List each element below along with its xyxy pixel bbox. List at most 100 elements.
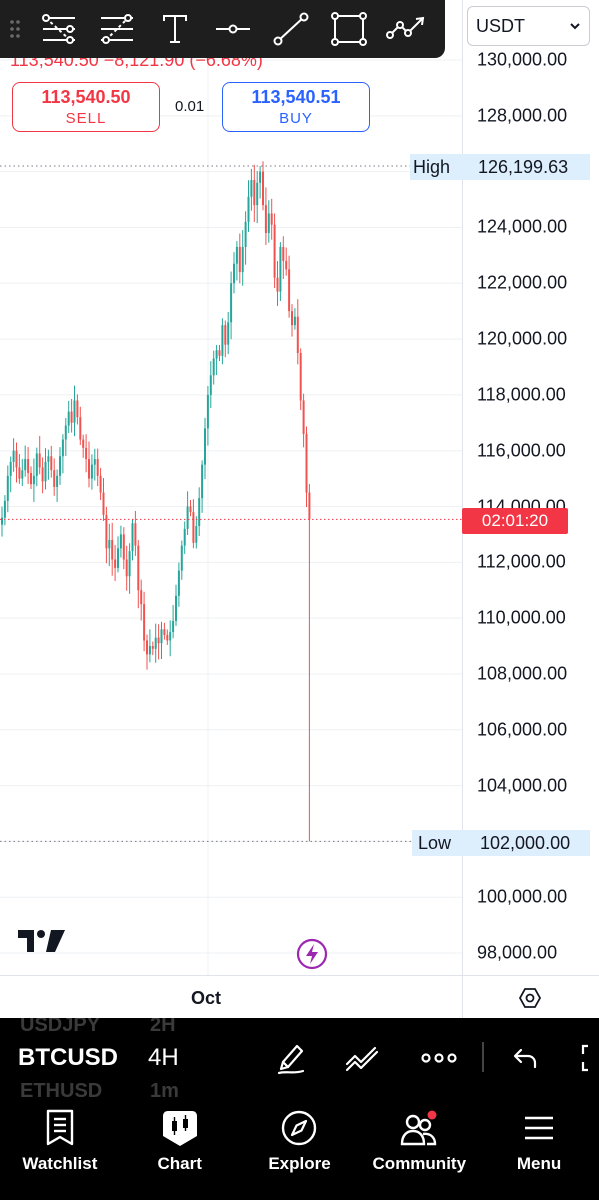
buy-button[interactable]: 113,540.51 BUY xyxy=(222,82,370,132)
price-axis[interactable]: 130,000.00 128,000.00 124,000.00 122,000.00… xyxy=(462,0,599,975)
price-tick-label: 128,000.00 xyxy=(477,105,568,126)
time-axis[interactable]: Oct xyxy=(0,975,599,1019)
candle-body xyxy=(38,453,41,468)
candle-body xyxy=(154,637,157,649)
candle-body xyxy=(128,551,131,577)
candle-body xyxy=(41,467,44,482)
price-tick-label: 130,000.00 xyxy=(477,49,568,70)
candle-body xyxy=(79,417,82,440)
sell-price: 113,540.50 xyxy=(41,87,131,107)
horizontal-line-icon[interactable] xyxy=(204,0,262,58)
candle-body xyxy=(27,459,30,474)
next-symbol[interactable]: ETHUSD xyxy=(20,1080,102,1098)
candle-body xyxy=(119,534,122,549)
candle-body xyxy=(238,246,241,273)
chart-settings-icon[interactable] xyxy=(518,986,542,1010)
symbol-selector[interactable]: BTCUSD xyxy=(18,1044,118,1072)
candle-body xyxy=(160,629,163,644)
candle-body xyxy=(291,311,293,326)
candlestick-chart[interactable] xyxy=(0,0,462,975)
candle-body xyxy=(262,171,264,206)
candle-body xyxy=(105,514,108,549)
nav-explore[interactable]: Explore xyxy=(240,1098,360,1200)
high-label: High xyxy=(413,156,451,177)
candle-body xyxy=(157,637,160,644)
undo-icon[interactable] xyxy=(510,1040,540,1076)
candle-body xyxy=(117,548,119,568)
fullscreen-icon[interactable] xyxy=(580,1040,599,1076)
candle-body xyxy=(76,400,79,418)
price-tick-label: 120,000.00 xyxy=(477,328,568,349)
candle-body xyxy=(50,456,53,471)
candle-body xyxy=(108,539,111,549)
price-tick-label: 112,000.00 xyxy=(477,551,566,572)
high-value: 126,199.63 xyxy=(478,156,569,177)
timeframe-selector[interactable]: 4H xyxy=(148,1044,179,1072)
candle-body xyxy=(56,475,59,487)
drag-handle-icon[interactable] xyxy=(0,0,30,58)
community-icon xyxy=(401,1110,437,1146)
candle-body xyxy=(32,475,35,485)
candle-body xyxy=(114,559,117,568)
candle-body xyxy=(85,447,88,460)
rectangle-icon[interactable] xyxy=(320,0,378,58)
high-marker: High 126,199.63 xyxy=(410,154,590,180)
candle-body xyxy=(175,595,177,621)
next-timeframe[interactable]: 1m xyxy=(150,1080,179,1098)
chart-area[interactable] xyxy=(0,0,462,975)
nav-menu[interactable]: Menu xyxy=(479,1098,599,1200)
nav-watchlist-label: Watchlist xyxy=(22,1154,98,1173)
buy-label: BUY xyxy=(279,110,313,127)
candle-body xyxy=(212,358,215,376)
candle-body xyxy=(218,350,221,356)
candle-body xyxy=(299,353,302,401)
candle-body xyxy=(235,246,238,264)
candle-body xyxy=(308,492,311,520)
candle-body xyxy=(140,590,143,605)
trend-line-icon[interactable] xyxy=(262,0,320,58)
candle-body xyxy=(253,179,256,206)
tradingview-logo[interactable] xyxy=(18,928,66,959)
candle-body xyxy=(163,629,166,635)
nav-community[interactable]: Community xyxy=(359,1098,479,1200)
candle-body xyxy=(233,263,235,284)
symbol-bar: USDJPY 2H BTCUSD 4H ETHUSD 1m xyxy=(0,1018,599,1098)
candle-body xyxy=(204,428,206,465)
candle-body xyxy=(166,634,169,641)
drawings-icon[interactable] xyxy=(343,1040,381,1076)
fib-retracement-icon[interactable] xyxy=(88,0,146,58)
text-icon[interactable] xyxy=(146,0,204,58)
price-tick-label: 98,000.00 xyxy=(477,942,558,963)
candle-body xyxy=(88,459,90,479)
candle-body xyxy=(18,467,21,479)
candle-body xyxy=(131,523,134,552)
axis-divider xyxy=(462,976,463,1019)
candle-body xyxy=(189,506,192,513)
candle-body xyxy=(296,316,299,354)
more-options-icon[interactable] xyxy=(420,1040,458,1076)
low-value: 102,000.00 xyxy=(480,832,571,853)
path-icon[interactable] xyxy=(378,0,436,58)
prev-timeframe[interactable]: 2H xyxy=(150,1018,176,1037)
currency-select[interactable]: USDT xyxy=(467,6,590,46)
candle-body xyxy=(61,439,64,457)
sell-button[interactable]: 113,540.50 SELL xyxy=(12,82,160,132)
candle-body xyxy=(169,632,172,641)
price-tick-label: 104,000.00 xyxy=(477,775,568,796)
nav-watchlist[interactable]: Watchlist xyxy=(0,1098,120,1200)
candle-body xyxy=(264,205,267,234)
nav-chart[interactable]: Chart xyxy=(120,1098,240,1200)
candle-body xyxy=(250,179,253,197)
candle-body xyxy=(67,411,70,426)
symbol-bar-divider xyxy=(482,1042,484,1072)
prev-symbol[interactable]: USDJPY xyxy=(20,1018,100,1037)
candle-body xyxy=(24,459,27,471)
candle-body xyxy=(44,461,47,482)
flash-icon[interactable] xyxy=(296,938,328,975)
brush-icon[interactable] xyxy=(273,1040,309,1076)
price-tick-label: 116,000.00 xyxy=(477,440,566,461)
pitchfork-icon[interactable] xyxy=(30,0,88,58)
price-tick-label: 100,000.00 xyxy=(477,886,568,907)
buy-price: 113,540.51 xyxy=(251,87,341,107)
candle-body xyxy=(90,464,93,479)
